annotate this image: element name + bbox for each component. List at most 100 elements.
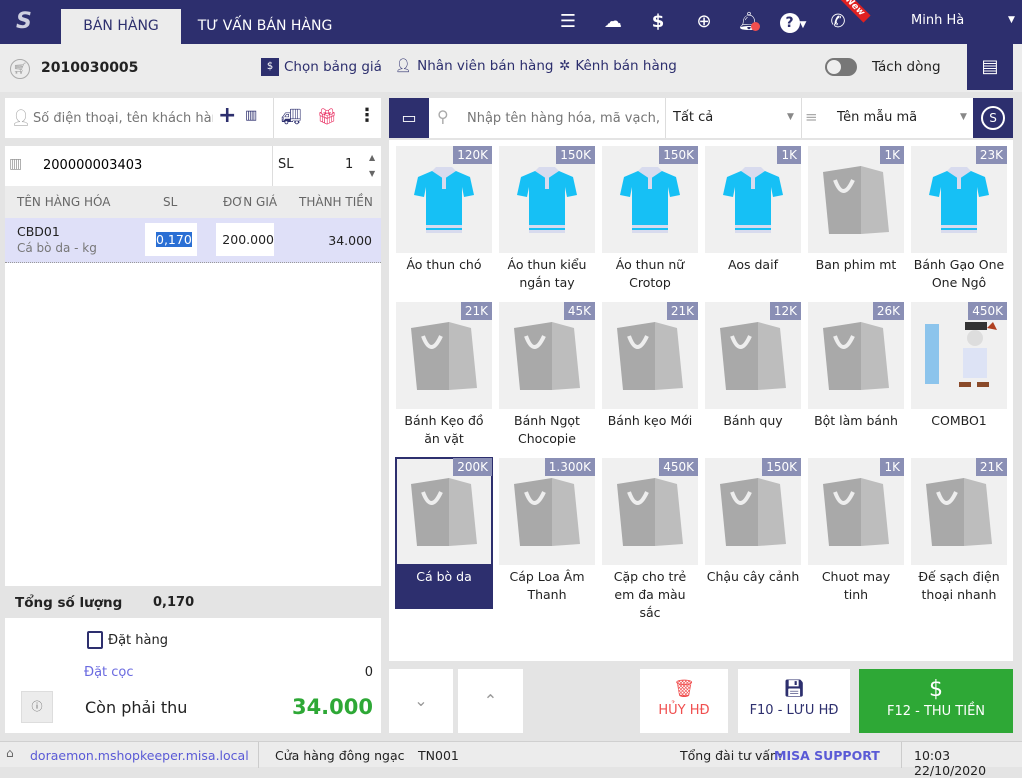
product-card[interactable]: 21K Bánh kẹo Mới	[602, 302, 698, 452]
col-name: TÊN HÀNG HÓA	[17, 195, 111, 209]
product-name: Bánh kẹo Mới	[607, 413, 693, 428]
app-logo-icon: S	[16, 9, 32, 34]
invoice-number: 2010030005	[41, 60, 139, 76]
product-name: Ban phim mt	[815, 257, 897, 272]
scroll-up-button[interactable]: ⌃	[458, 669, 523, 733]
help-icon[interactable]: ? ▼	[776, 10, 810, 34]
category-select[interactable]: Tất cả	[673, 110, 713, 125]
support-label: Tổng đài tư vấn:	[680, 748, 783, 763]
cart-icon: 🛒︎	[10, 59, 30, 79]
barcode-input[interactable]	[43, 154, 263, 176]
bell-icon[interactable]: 🔔︎	[737, 10, 761, 34]
product-card[interactable]: 1K Ban phim mt	[808, 146, 904, 296]
product-search-input[interactable]	[467, 107, 663, 129]
product-name: Bánh quy	[723, 413, 783, 428]
pay-button[interactable]: $ F12 - THU TIỀN	[859, 669, 1013, 733]
category-dropdown-icon[interactable]: ▼	[787, 112, 794, 122]
split-line-label: Tách dòng	[872, 59, 941, 75]
datetime: 10:03 22/10/2020	[914, 748, 987, 778]
domain-link[interactable]: doraemon.mshopkeeper.misa.local	[30, 748, 249, 763]
qty-stepper[interactable]: ▲ ▼	[369, 150, 375, 182]
price-list-button[interactable]: $ Chọn bảng giá	[261, 58, 382, 76]
product-name: Áo thun chó	[406, 257, 482, 272]
product-card[interactable]: 21K Đế sạch điện thoại nhanh	[911, 458, 1007, 608]
product-card[interactable]: 12K Bánh quy	[705, 302, 801, 452]
trash-icon: 🗑︎	[673, 679, 695, 699]
product-name: Áo thun kiểu ngắn tay	[507, 257, 587, 290]
item-qty-input[interactable]: 0,170	[145, 223, 197, 256]
product-name: Áo thun nữ Crotop	[615, 257, 685, 290]
channel-button[interactable]: ✲ Kênh bán hàng	[559, 58, 677, 74]
product-card[interactable]: 1K Aos daif	[705, 146, 801, 296]
barcode-icon: ▥	[9, 156, 23, 172]
product-name: Bột làm bánh	[814, 413, 898, 428]
qty-input[interactable]: 1	[345, 157, 353, 172]
save-invoice-button[interactable]: 💾︎ F10 - LƯU HĐ	[738, 669, 850, 733]
col-total: THÀNH TIỀN	[299, 195, 373, 209]
save-icon: 💾︎	[783, 679, 805, 699]
product-price: 1K	[880, 458, 904, 476]
phone-icon[interactable]: ✆	[826, 10, 850, 34]
invoice-toolbar: 🛒︎ 2010030005 $ Chọn bảng giá 👤︎ Nhân viên…	[0, 44, 1022, 92]
scroll-down-button[interactable]: ⌄	[389, 669, 453, 733]
customer-bar: 👤︎ + ▥ 🚚︎ 🎁︎ ⋮	[5, 98, 381, 138]
product-name: Chuot may tinh	[821, 569, 891, 602]
staff-button[interactable]: 👤︎ Nhân viên bán hàng	[395, 58, 553, 74]
cart-panel: ▥ SL 1 ▲▼ TÊN HÀNG HÓA SL ĐƠN GIÁ THÀNH …	[5, 146, 381, 586]
tab-tu-van-ban-hang[interactable]: TƯ VẤN BÁN HÀNG	[190, 9, 340, 44]
support-link[interactable]: MISA SUPPORT	[774, 748, 880, 763]
product-price: 21K	[666, 302, 698, 320]
currency-icon[interactable]: S	[973, 98, 1013, 138]
product-card[interactable]: 21K Bánh Kẹo đồ ăn vặt	[396, 302, 492, 452]
layout-toggle-icon[interactable]: ▤	[967, 44, 1013, 90]
product-price: 1.300K	[544, 458, 595, 476]
tab-ban-hang[interactable]: BÁN HÀNG	[61, 9, 181, 44]
person-icon: 👤︎	[11, 108, 32, 127]
product-price: 150K	[556, 146, 595, 164]
sort-select[interactable]: Tên mẫu mã	[837, 110, 917, 125]
product-card[interactable]: 450K Cặp cho trẻ em đa màu sắc	[602, 458, 698, 620]
col-price: ĐƠN GIÁ	[223, 195, 278, 209]
sort-dropdown-icon[interactable]: ▼	[960, 112, 967, 122]
product-card[interactable]: 200K Cá bò da	[395, 457, 493, 609]
product-price: 45K	[563, 302, 595, 320]
sort-icon: ≡	[805, 108, 818, 126]
product-card[interactable]: 1K Chuot may tinh	[808, 458, 904, 608]
delivery-icon[interactable]: 🚚︎	[281, 107, 301, 126]
gift-icon[interactable]: 🎁︎	[317, 107, 337, 126]
order-checkbox[interactable]	[87, 631, 103, 649]
menu-icon[interactable]: ☰	[556, 10, 580, 34]
cancel-invoice-button[interactable]: 🗑︎ HỦY HĐ	[640, 669, 728, 733]
scan-customer-icon[interactable]: ▥	[245, 108, 257, 123]
product-price: 21K	[460, 302, 492, 320]
product-card[interactable]: 150K Chậu cây cảnh	[705, 458, 801, 608]
customer-search-input[interactable]	[33, 106, 213, 130]
item-code: CBD01	[17, 224, 60, 239]
remain-value: 34.000	[291, 695, 373, 719]
product-card[interactable]: 450K COMBO1	[911, 302, 1007, 452]
product-card[interactable]: 150K Áo thun kiểu ngắn tay	[499, 146, 595, 296]
channel-icon: ✲	[559, 58, 571, 74]
product-card[interactable]: 1.300K Cáp Loa Âm Thanh	[499, 458, 595, 608]
cloud-sync-icon[interactable]: ☁	[601, 10, 625, 34]
product-card[interactable]: 150K Áo thun nữ Crotop	[602, 146, 698, 296]
table-row[interactable]: CBD01 Cá bò da - kg 0,170 200.000 34.000	[5, 218, 381, 263]
help-circle-icon[interactable]: ⓘ	[21, 691, 53, 723]
status-bar: ⌂ doraemon.mshopkeeper.misa.local Cửa hà…	[0, 741, 1022, 778]
product-card[interactable]: 26K Bột làm bánh	[808, 302, 904, 452]
user-name[interactable]: Minh Hà	[911, 13, 964, 28]
product-card[interactable]: 120K Áo thun chó	[396, 146, 492, 296]
product-view-icon[interactable]: ▭	[389, 98, 429, 138]
channel-label: Kênh bán hàng	[575, 58, 677, 74]
more-icon[interactable]: ⋮	[358, 105, 376, 126]
split-line-toggle[interactable]	[825, 58, 857, 76]
dollar-icon[interactable]: $	[646, 10, 670, 34]
item-price-input[interactable]: 200.000	[216, 223, 274, 256]
user-dropdown-icon[interactable]: ▼	[1008, 15, 1015, 25]
product-card[interactable]: 23K Bánh Gạo One One Ngô	[911, 146, 1007, 296]
add-customer-icon[interactable]: +	[218, 103, 236, 128]
globe-icon[interactable]: ⊕	[692, 10, 716, 34]
product-card[interactable]: 45K Bánh Ngọt Chocopie	[499, 302, 595, 452]
deposit-link[interactable]: Đặt cọc	[84, 665, 134, 680]
cart-header: TÊN HÀNG HÓA SL ĐƠN GIÁ THÀNH TIỀN	[5, 186, 381, 218]
